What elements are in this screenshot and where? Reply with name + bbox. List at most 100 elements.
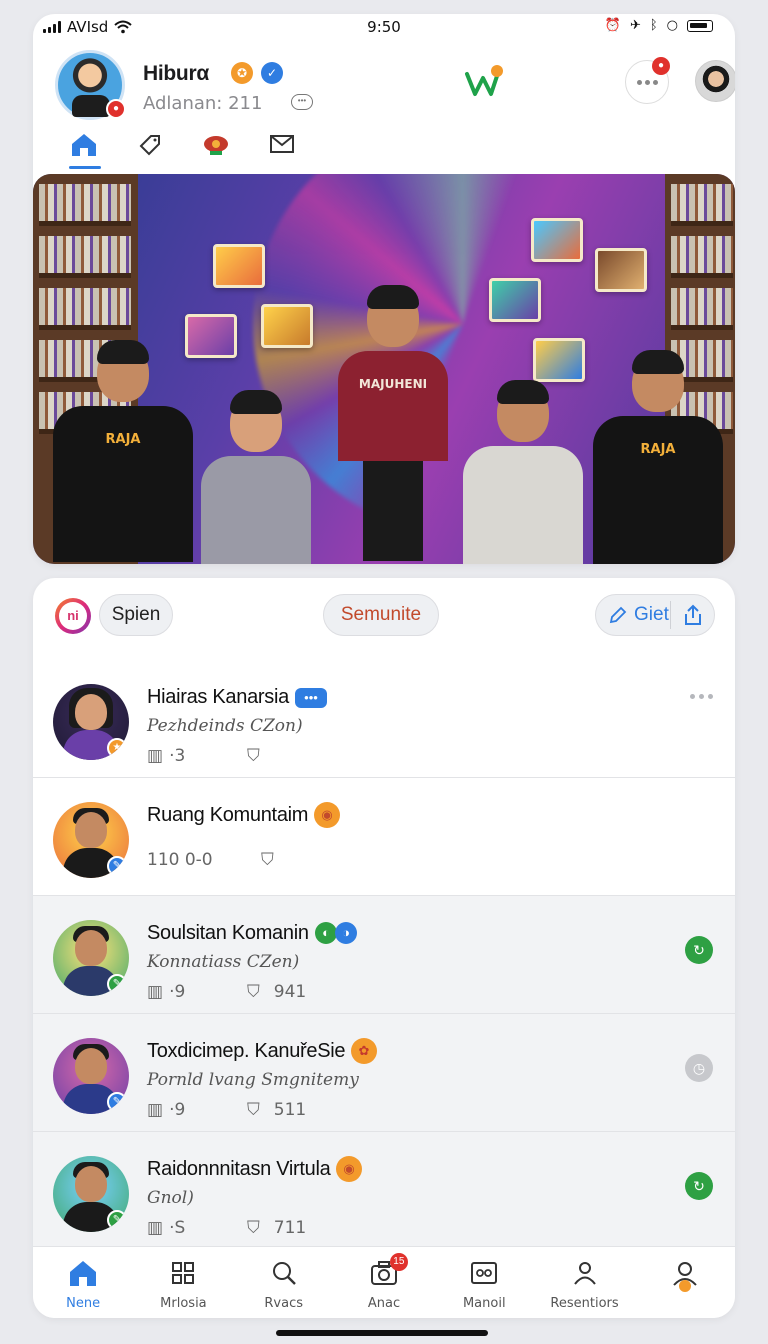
clock-icon: ◷ <box>685 1054 713 1082</box>
filter-spen[interactable]: Spien <box>99 594 173 636</box>
flame-badge-icon: ✪ <box>231 62 253 84</box>
status-toggle[interactable]: ↻ <box>685 936 713 964</box>
meta-members: 941 <box>273 982 307 1002</box>
alarm-icon: ⏰ <box>604 18 621 33</box>
nav-manoil[interactable]: Manoil <box>434 1247 534 1318</box>
profile-avatar[interactable]: ● <box>55 50 126 120</box>
tab-home[interactable] <box>69 132 101 169</box>
posts-icon: ▥ <box>147 746 164 766</box>
circle-icon: ○ <box>666 18 678 33</box>
nav-profile[interactable] <box>635 1247 735 1318</box>
list-item[interactable]: ✎ Soulsitan Komanin ◐ ◑ Konnatiass CZen)… <box>33 896 735 1014</box>
poster <box>531 218 583 262</box>
meta-count: 110 0-0 <box>147 850 213 870</box>
avatar: ✎ <box>53 802 129 878</box>
nav-mrlosia[interactable]: Mrlosia <box>133 1247 233 1318</box>
more-button[interactable] <box>690 694 713 699</box>
posts-icon: ▥ <box>147 1100 164 1120</box>
tab-messages[interactable] <box>267 132 297 168</box>
edit-badge-icon: ✎ <box>107 856 127 876</box>
bottom-nav: Nene Mrlosia Rvacs 15 Anac Manoil Resent… <box>33 1246 735 1318</box>
list-item-subtitle: Konnatiass CZen) <box>147 952 300 972</box>
meta-count: ·9 <box>169 982 186 1002</box>
poster <box>261 304 313 348</box>
meta-count: ·9 <box>169 1100 186 1120</box>
inbox-icon <box>471 1262 498 1284</box>
community-list: ★ Hiairas Kanarsia ••• Pezhdeinds CZon) … <box>33 660 735 1250</box>
menu-button[interactable]: ● <box>625 57 670 104</box>
notification-dot-icon: ● <box>652 57 670 75</box>
chat-badge-icon: ••• <box>295 688 327 708</box>
list-item-title: Toxdicimep. KanuřeSie <box>147 1040 346 1062</box>
profile-badges: ✪ ✓ <box>231 62 283 84</box>
poster <box>533 338 585 382</box>
chat-icon[interactable]: ••• <box>291 94 313 110</box>
list-item[interactable]: ✎ Ruang Komuntaim ◉ 110 0-0 ⛉ <box>33 778 735 896</box>
list-item[interactable]: ✎ Toxdicimep. KanuřeSie ✿ Pornld lvang S… <box>33 1014 735 1132</box>
share-icon[interactable] <box>682 603 704 627</box>
flower-icon <box>204 136 228 155</box>
list-item-title: Raidonnnitasn Virtula <box>147 1158 331 1180</box>
sync-icon: ↻ <box>685 1172 713 1200</box>
app-screen: AVIsd 9:50 ⏰ ✈ ᛒ ○ ● Hiburα ✪ ✓ Adlanan:… <box>33 14 735 1318</box>
battery-icon <box>687 19 713 32</box>
home-indicator[interactable] <box>276 1330 488 1336</box>
person-center: MAJUHENI <box>333 285 453 564</box>
home-icon <box>72 134 96 156</box>
shield-icon: ⛉ <box>247 1100 260 1120</box>
grid-icon <box>172 1262 195 1284</box>
flower-badge-icon: ✿ <box>351 1038 377 1064</box>
community-list-card: Spien Semunite Giet ★ <box>33 578 735 1318</box>
edit-badge-icon: ✎ <box>107 1092 127 1112</box>
instagram-icon[interactable] <box>55 598 91 634</box>
hero-image[interactable]: MAJUHENI RAJA RAJA <box>33 174 735 564</box>
edit-badge-icon: ✎ <box>107 974 127 994</box>
status-toggle[interactable]: ◷ <box>685 1054 713 1082</box>
list-item-meta: ▥ ·S ⛉ 711 <box>147 1218 306 1238</box>
profile-icon <box>673 1262 697 1292</box>
posts-icon: ▥ <box>147 1218 164 1238</box>
search-icon <box>272 1262 296 1285</box>
shirt-text: RAJA <box>105 432 141 447</box>
avatar: ✎ <box>53 920 129 996</box>
filter-giet[interactable]: Giet <box>595 594 715 636</box>
nav-label: Mrlosia <box>160 1296 207 1311</box>
nav-rvacs[interactable]: Rvacs <box>234 1247 334 1318</box>
nav-label: Nene <box>66 1296 101 1311</box>
nav-home[interactable]: Nene <box>33 1247 133 1318</box>
edit-badge-icon: ✎ <box>107 1210 127 1230</box>
list-item-meta: 110 0-0 ⛉ <box>147 850 274 870</box>
meta-count: ·3 <box>169 746 186 766</box>
sync-icon: ↻ <box>685 936 713 964</box>
list-item-meta: ▥ ·3 ⛉ <box>147 746 274 766</box>
avatar: ✎ <box>53 1038 129 1114</box>
star-badge-icon: ★ <box>107 738 127 758</box>
nav-label: Resentiors <box>550 1296 619 1311</box>
people-icon <box>573 1262 596 1285</box>
profile-row: ● Hiburα ✪ ✓ Adlanan: 211 ••• ● <box>55 50 735 122</box>
nav-anac[interactable]: 15 Anac <box>334 1247 434 1318</box>
list-item-meta: ▥ ·9 ⛉ 941 <box>147 982 306 1002</box>
tab-trending[interactable] <box>201 132 231 168</box>
list-item-subtitle: Pornld lvang Smgnitemy <box>147 1070 359 1090</box>
status-right: ⏰ ✈ ᛒ ○ <box>605 18 713 33</box>
live-badge-icon: ● <box>106 99 126 119</box>
fire-badge-icon: ◉ <box>336 1156 362 1182</box>
bluetooth-icon: ᛒ <box>649 18 658 33</box>
shield-icon: ⛉ <box>247 1218 260 1238</box>
list-item[interactable]: ✎ Raidonnnitasn Virtula ◉ Gnol) ▥ ·S ⛉ 711… <box>33 1132 735 1250</box>
shirt-text: RAJA <box>640 442 676 457</box>
header-card: AVIsd 9:50 ⏰ ✈ ᛒ ○ ● Hiburα ✪ ✓ Adlanan:… <box>33 14 735 564</box>
home-icon <box>70 1261 97 1286</box>
globe-badge-icon: ◑ <box>335 922 357 944</box>
shield-icon: ⛉ <box>261 850 274 870</box>
filter-semunite[interactable]: Semunite <box>323 594 439 636</box>
nav-resentiors[interactable]: Resentiors <box>534 1247 634 1318</box>
posts-icon: ▥ <box>147 982 164 1002</box>
user-avatar[interactable] <box>695 60 735 102</box>
status-toggle[interactable]: ↻ <box>685 1172 713 1200</box>
list-item[interactable]: ★ Hiairas Kanarsia ••• Pezhdeinds CZon) … <box>33 660 735 778</box>
tab-tags[interactable] <box>135 132 165 168</box>
poster <box>213 244 265 288</box>
shield-icon: ⛉ <box>247 982 260 1002</box>
